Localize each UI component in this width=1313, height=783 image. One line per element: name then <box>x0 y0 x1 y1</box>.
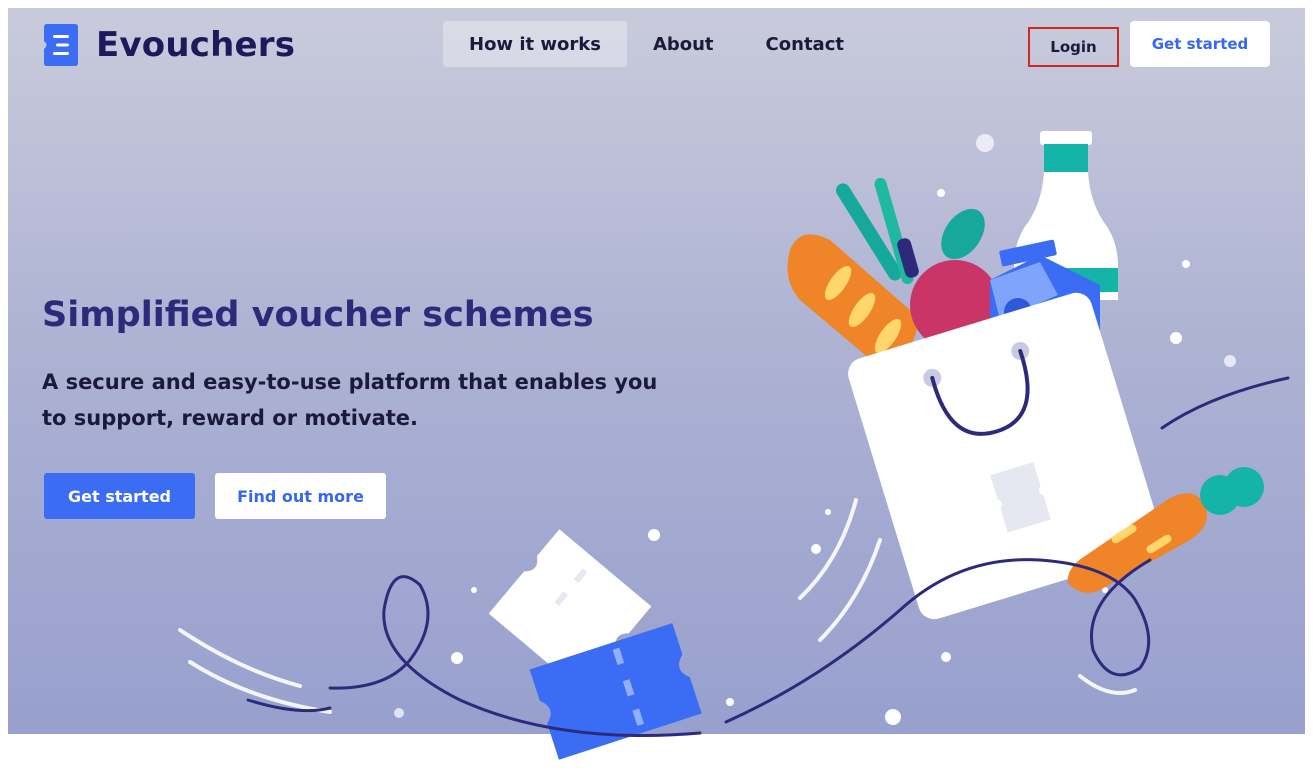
login-button[interactable]: Login <box>1028 27 1119 67</box>
hero-get-started-button[interactable]: Get started <box>44 473 195 519</box>
brand-logo[interactable]: Evouchers <box>44 24 295 66</box>
nav-contact[interactable]: Contact <box>740 21 870 67</box>
hero-subtitle: A secure and easy-to-use platform that e… <box>42 370 658 430</box>
main-nav: How it works About Contact <box>443 21 870 67</box>
header-get-started-button[interactable]: Get started <box>1130 21 1270 67</box>
hero-headline: Simplified voucher schemes <box>42 295 594 335</box>
find-out-more-button[interactable]: Find out more <box>215 473 386 519</box>
hero-section: Evouchers How it works About Contact Log… <box>8 8 1305 734</box>
voucher-logo-icon <box>44 24 78 66</box>
nav-how-it-works[interactable]: How it works <box>443 21 627 67</box>
brand-name: Evouchers <box>96 25 296 65</box>
nav-about[interactable]: About <box>627 21 740 67</box>
